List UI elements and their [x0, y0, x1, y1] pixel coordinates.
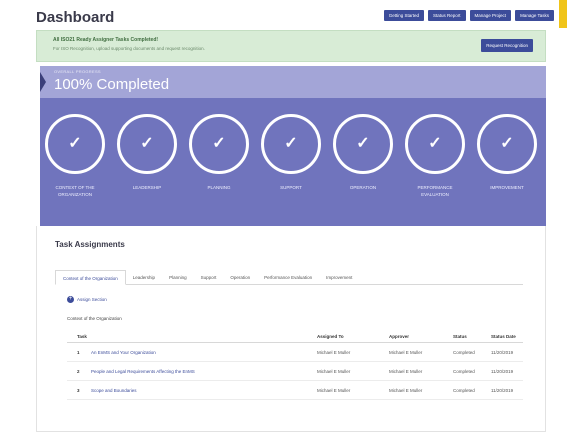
approver-cell: Michael E Muller — [389, 350, 423, 355]
phase-label: CONTEXT OF THE ORGANIZATION — [55, 185, 95, 197]
tab-support[interactable]: Support — [194, 270, 224, 285]
phase-circle: ✓ — [45, 114, 105, 174]
table-header-row: Task Assigned To Approver Status Status … — [67, 330, 523, 343]
getting-started-button[interactable]: Getting Started — [383, 10, 425, 21]
phase-circle: ✓ — [405, 114, 465, 174]
phase-circle: ✓ — [477, 114, 537, 174]
assign-section-link[interactable]: + Assign Section — [67, 296, 107, 303]
tab-operation[interactable]: Operation — [223, 270, 257, 285]
phase-label: PERFORMANCE EVALUATION — [417, 185, 453, 197]
task-assignments-panel: Task Assignments Context of the Organiza… — [36, 226, 546, 432]
overall-progress-label: OVERALL PROGRESS — [54, 69, 101, 74]
phase-label: LEADERSHIP — [132, 185, 162, 190]
column-header-assigned-to: Assigned To — [317, 334, 344, 339]
header-button-group: Getting Started Status Report Manage Pro… — [383, 10, 554, 21]
column-header-status-date: Status Date — [491, 334, 516, 339]
section-label: Context of the Organization — [67, 316, 122, 321]
phase-operation[interactable]: ✓ OPERATION — [331, 114, 395, 191]
manage-project-button[interactable]: Manage Project — [469, 10, 512, 21]
phase-circle: ✓ — [189, 114, 249, 174]
overall-progress-value: 100% Completed — [54, 76, 170, 93]
task-assignments-title: Task Assignments — [55, 240, 125, 249]
tab-planning[interactable]: Planning — [162, 270, 194, 285]
phase-label: PLANNING — [207, 185, 231, 190]
task-table: Task Assigned To Approver Status Status … — [67, 330, 523, 400]
request-recognition-button[interactable]: Request Recognition — [481, 39, 533, 52]
tab-improvement[interactable]: Improvement — [319, 270, 359, 285]
completion-alert: All ISO21 Ready Assigner Tasks Completed… — [36, 30, 546, 62]
status-cell: Completed — [453, 388, 475, 393]
task-link[interactable]: An EnMS and Your Organization — [91, 343, 156, 362]
row-number: 2 — [77, 369, 80, 374]
assign-section-label: Assign Section — [77, 297, 107, 302]
tab-performance-evaluation[interactable]: Performance Evaluation — [257, 270, 319, 285]
phase-label: OPERATION — [349, 185, 377, 190]
table-row: 1 An EnMS and Your Organization Michael … — [67, 343, 523, 362]
phase-label: IMPROVEMENT — [490, 185, 524, 190]
task-link[interactable]: People and Legal Requirements Affecting … — [91, 362, 195, 381]
column-header-task: Task — [77, 334, 87, 339]
status-date-cell: 11/20/2019 — [491, 369, 514, 374]
check-icon: ✓ — [428, 135, 442, 152]
phase-leadership[interactable]: ✓ LEADERSHIP — [115, 114, 179, 191]
phase-tabs: Context of the Organization Leadership P… — [55, 270, 523, 285]
alert-text: For ISO Recognition, upload supporting d… — [53, 46, 205, 51]
check-icon: ✓ — [140, 135, 154, 152]
status-date-cell: 11/20/2019 — [491, 388, 514, 393]
table-row: 3 Scope and Boundaries Michael E Muller … — [67, 381, 523, 400]
status-cell: Completed — [453, 369, 475, 374]
tab-leadership[interactable]: Leadership — [126, 270, 162, 285]
status-report-button[interactable]: Status Report — [428, 10, 466, 21]
phase-planning[interactable]: ✓ PLANNING — [187, 114, 251, 191]
alert-title: All ISO21 Ready Assigner Tasks Completed… — [53, 37, 159, 43]
page-title: Dashboard — [36, 9, 115, 26]
manage-tasks-button[interactable]: Manage Tasks — [515, 10, 554, 21]
check-icon: ✓ — [68, 135, 82, 152]
table-row: 2 People and Legal Requirements Affectin… — [67, 362, 523, 381]
phase-progress-band: ✓ CONTEXT OF THE ORGANIZATION ✓ LEADERSH… — [40, 98, 546, 226]
phase-improvement[interactable]: ✓ IMPROVEMENT — [475, 114, 539, 191]
overall-progress-band: OVERALL PROGRESS 100% Completed — [40, 66, 546, 98]
phase-label: SUPPORT — [280, 185, 302, 190]
status-cell: Completed — [453, 350, 475, 355]
row-number: 3 — [77, 388, 80, 393]
row-number: 1 — [77, 350, 80, 355]
assigned-to-cell: Michael E Muller — [317, 388, 351, 393]
add-circle-icon: + — [67, 296, 74, 303]
column-header-approver: Approver — [389, 334, 410, 339]
phase-performance-evaluation[interactable]: ✓ PERFORMANCE EVALUATION — [403, 114, 467, 198]
corner-tab — [559, 0, 567, 28]
status-date-cell: 11/20/2019 — [491, 350, 514, 355]
check-icon: ✓ — [356, 135, 370, 152]
phase-circle: ✓ — [261, 114, 321, 174]
assigned-to-cell: Michael E Muller — [317, 350, 351, 355]
check-icon: ✓ — [212, 135, 226, 152]
assigned-to-cell: Michael E Muller — [317, 369, 351, 374]
column-header-status: Status — [453, 334, 467, 339]
phase-context[interactable]: ✓ CONTEXT OF THE ORGANIZATION — [43, 114, 107, 198]
phase-support[interactable]: ✓ SUPPORT — [259, 114, 323, 191]
tab-context[interactable]: Context of the Organization — [55, 270, 126, 285]
page-header: Dashboard Getting Started Status Report … — [30, 6, 554, 30]
check-icon: ✓ — [500, 135, 514, 152]
approver-cell: Michael E Muller — [389, 369, 423, 374]
task-link[interactable]: Scope and Boundaries — [91, 381, 137, 400]
phase-circle: ✓ — [333, 114, 393, 174]
approver-cell: Michael E Muller — [389, 388, 423, 393]
progress-arrow-icon — [40, 72, 46, 92]
phase-circle: ✓ — [117, 114, 177, 174]
check-icon: ✓ — [284, 135, 298, 152]
